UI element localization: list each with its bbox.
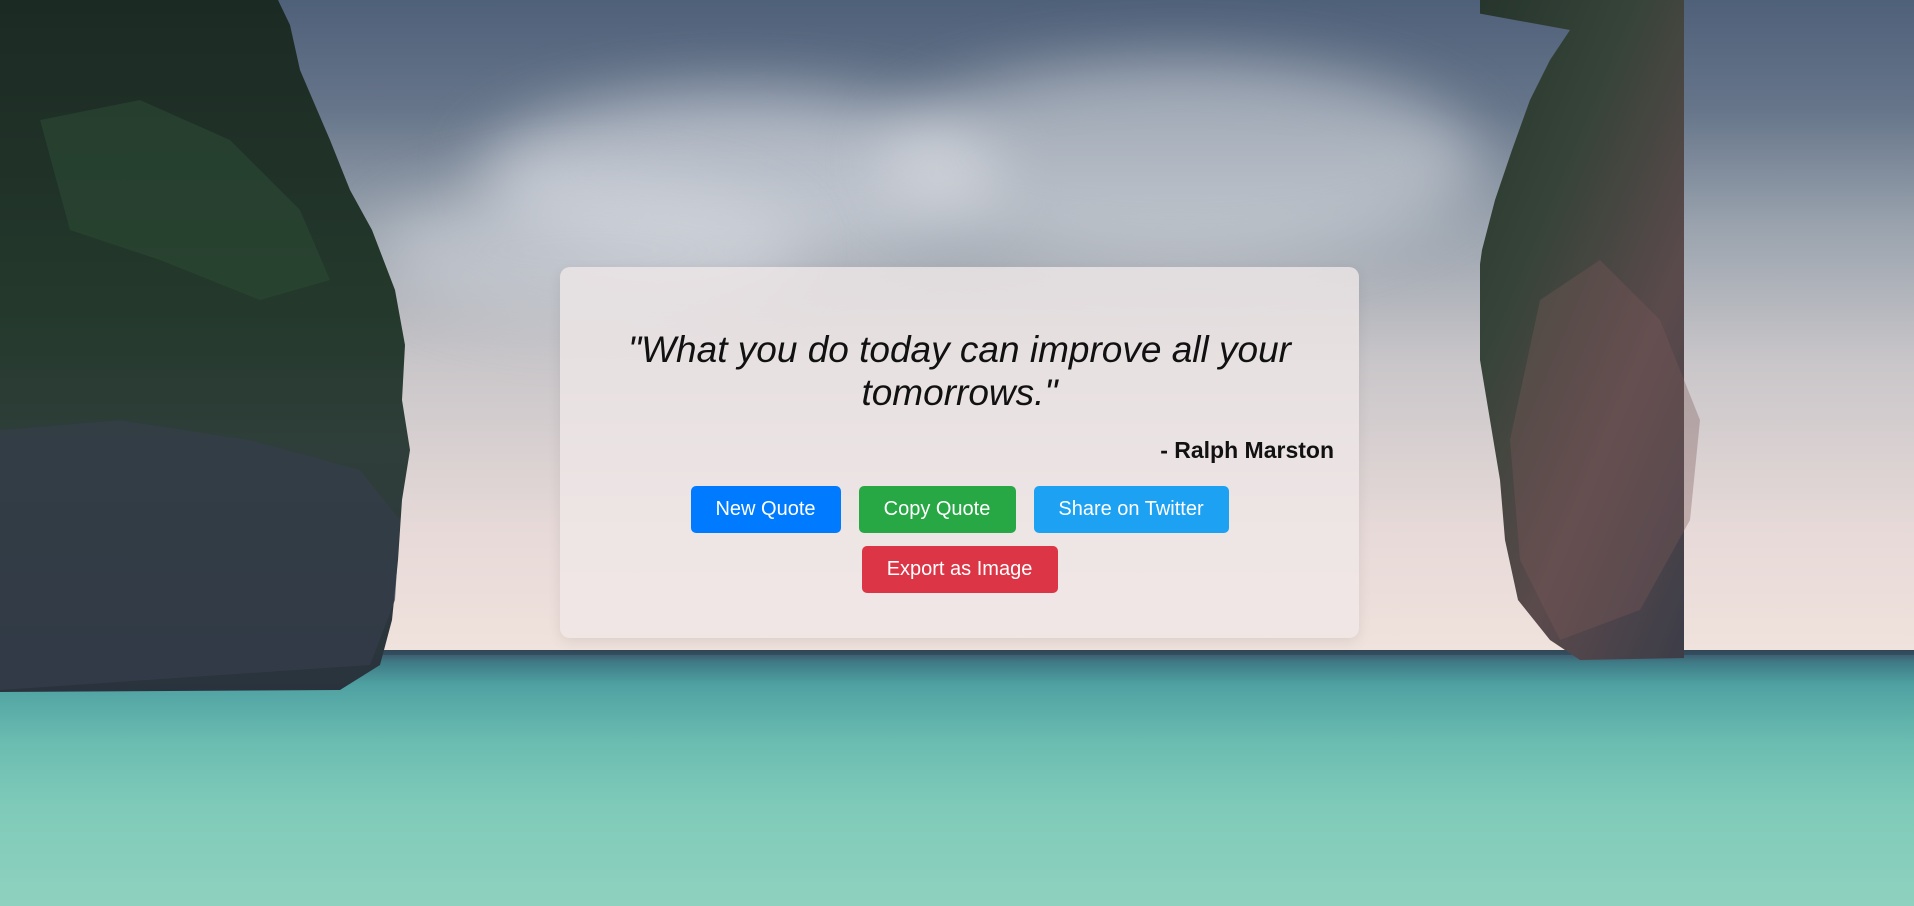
- background-scene: "What you do today can improve all your …: [0, 0, 1914, 906]
- new-quote-button[interactable]: New Quote: [690, 486, 841, 533]
- share-twitter-button[interactable]: Share on Twitter: [1033, 486, 1229, 533]
- right-cliff: [1480, 0, 1700, 660]
- cloud: [880, 60, 1480, 260]
- quote-text: "What you do today can improve all your …: [627, 329, 1292, 413]
- left-cliff: [0, 0, 410, 692]
- quote-card: "What you do today can improve all your …: [560, 267, 1359, 638]
- action-buttons: New Quote Copy Quote Share on Twitter: [585, 486, 1334, 533]
- export-image-button[interactable]: Export as Image: [861, 546, 1058, 593]
- quote-author: - Ralph Marston: [1160, 437, 1334, 463]
- export-row: Export as Image: [585, 546, 1334, 593]
- copy-quote-button[interactable]: Copy Quote: [858, 486, 1016, 533]
